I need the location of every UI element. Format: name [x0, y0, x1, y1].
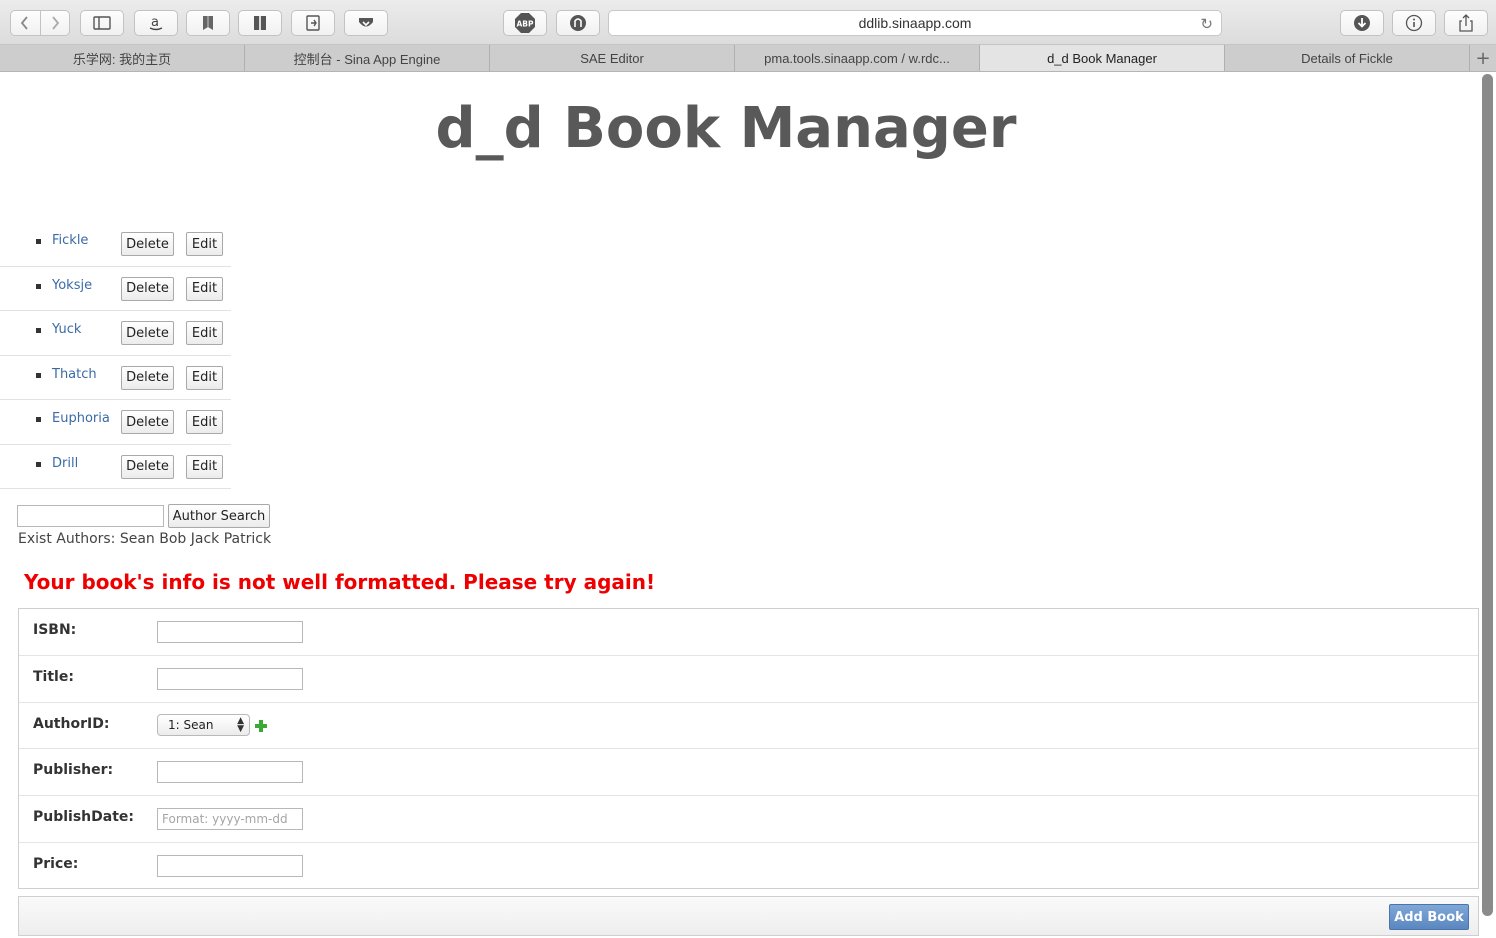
- adblock-icon[interactable]: ABP: [503, 10, 547, 36]
- select-arrows-icon: ▲ ▼: [237, 715, 244, 734]
- tab-label: Details of Fickle: [1301, 50, 1393, 66]
- list-item: Fickle Delete Edit: [0, 222, 231, 267]
- publisher-label: Publisher:: [33, 762, 114, 779]
- publish-date-input[interactable]: [157, 808, 303, 831]
- list-item: Drill Delete Edit: [0, 445, 231, 489]
- edit-button[interactable]: Edit: [186, 276, 223, 301]
- price-label: Price:: [33, 855, 79, 872]
- browser-toolbar: a ABP ddlib.sinaapp.com ↻: [0, 0, 1496, 45]
- publisher-input[interactable]: [157, 761, 303, 784]
- tab-label: pma.tools.sinaapp.com / w.rdc...: [764, 50, 950, 66]
- downloads-icon[interactable]: [1340, 10, 1384, 36]
- tab-label: 控制台 - Sina App Engine: [293, 51, 441, 67]
- list-item: Euphoria Delete Edit: [0, 400, 231, 445]
- tab-book-manager[interactable]: d_d Book Manager: [980, 45, 1225, 71]
- tab-bar: 乐学网: 我的主页 控制台 - Sina App Engine SAE Edit…: [0, 45, 1496, 72]
- tab-label: SAE Editor: [580, 50, 644, 66]
- author-search-input[interactable]: [17, 505, 164, 527]
- form-row-publish-date: PublishDate:: [19, 796, 1478, 843]
- price-input[interactable]: [157, 854, 303, 877]
- form-row-isbn: ISBN:: [19, 609, 1478, 656]
- svg-text:ABP: ABP: [516, 20, 534, 29]
- book-link[interactable]: Euphoria: [52, 411, 110, 426]
- tab-lexue[interactable]: 乐学网: 我的主页: [0, 45, 245, 71]
- isbn-input[interactable]: [157, 621, 303, 643]
- edit-button[interactable]: Edit: [186, 232, 223, 256]
- book-link[interactable]: Fickle: [52, 233, 88, 248]
- tab-label: 乐学网: 我的主页: [72, 51, 172, 67]
- list-item: Yoksje Delete Edit: [0, 267, 231, 311]
- share-extension-icon[interactable]: [291, 10, 335, 36]
- delete-button[interactable]: Delete: [121, 232, 174, 256]
- isbn-label: ISBN:: [33, 622, 77, 638]
- tab-sae-console[interactable]: 控制台 - Sina App Engine: [245, 45, 490, 71]
- exist-authors-text: Exist Authors: Sean Bob Jack Patrick: [18, 531, 272, 547]
- share-icon[interactable]: [1444, 10, 1488, 36]
- edit-button[interactable]: Edit: [186, 321, 223, 345]
- submit-row: Add Book: [18, 896, 1479, 936]
- book-link[interactable]: Yoksje: [52, 278, 92, 293]
- title-input[interactable]: [157, 667, 303, 690]
- url-text: ddlib.sinaapp.com: [858, 15, 972, 31]
- bullet-icon: [36, 372, 41, 378]
- delete-button[interactable]: Delete: [121, 365, 174, 390]
- form-row-price: Price:: [19, 843, 1478, 890]
- bookmark-icon[interactable]: [186, 10, 230, 36]
- edit-button[interactable]: Edit: [186, 454, 223, 479]
- author-search-button[interactable]: Author Search: [168, 504, 270, 528]
- book-link[interactable]: Yuck: [52, 322, 81, 337]
- ghostery-icon[interactable]: [556, 10, 600, 36]
- book-link[interactable]: Thatch: [52, 367, 97, 382]
- delete-button[interactable]: Delete: [121, 321, 174, 345]
- form-row-title: Title:: [19, 656, 1478, 703]
- bullet-icon: [36, 461, 41, 467]
- author-id-select[interactable]: 1: Sean ▲ ▼: [157, 713, 250, 736]
- tab-pma-tools[interactable]: pma.tools.sinaapp.com / w.rdc...: [735, 45, 980, 71]
- delete-button[interactable]: Delete: [121, 410, 174, 434]
- reload-icon[interactable]: ↻: [1200, 15, 1213, 33]
- list-item: Yuck Delete Edit: [0, 311, 231, 356]
- bullet-icon: [36, 328, 41, 333]
- author-selected-value: 1: Sean: [168, 717, 214, 732]
- bullet-icon: [36, 417, 41, 422]
- info-icon[interactable]: [1392, 10, 1436, 36]
- add-book-button[interactable]: Add Book: [1389, 904, 1469, 930]
- error-message: Your book's info is not well formatted. …: [24, 570, 656, 594]
- tab-details-fickle[interactable]: Details of Fickle: [1225, 45, 1470, 71]
- book-list: Fickle Delete Edit Yoksje Delete Edit Yu…: [0, 222, 231, 489]
- form-row-author: AuthorID: 1: Sean ▲ ▼: [19, 703, 1478, 750]
- nav-buttons: [10, 10, 70, 36]
- tab-label: d_d Book Manager: [1047, 50, 1157, 66]
- pocket-icon[interactable]: [344, 10, 388, 36]
- sidebar-icon[interactable]: [80, 10, 124, 36]
- add-book-form: ISBN: Title: AuthorID: 1: Sean ▲ ▼ Publis…: [18, 608, 1479, 889]
- tab-sae-editor[interactable]: SAE Editor: [490, 45, 735, 71]
- back-icon[interactable]: [11, 11, 40, 35]
- list-item: Thatch Delete Edit: [0, 356, 231, 400]
- form-row-publisher: Publisher:: [19, 749, 1478, 797]
- delete-button[interactable]: Delete: [121, 454, 174, 479]
- amazon-icon[interactable]: a: [134, 10, 178, 36]
- add-author-icon[interactable]: [255, 717, 267, 736]
- author-id-label: AuthorID:: [33, 715, 110, 732]
- bullet-icon: [36, 239, 41, 244]
- url-bar[interactable]: ddlib.sinaapp.com ↻: [608, 10, 1222, 36]
- bullet-icon: [36, 283, 41, 289]
- reader-icon[interactable]: [238, 10, 282, 36]
- svg-text:a: a: [151, 15, 159, 30]
- delete-button[interactable]: Delete: [121, 276, 174, 301]
- book-link[interactable]: Drill: [52, 456, 78, 471]
- page-title: d_d Book Manager: [435, 96, 1017, 161]
- publish-date-label: PublishDate:: [33, 809, 135, 826]
- edit-button[interactable]: Edit: [186, 365, 223, 390]
- forward-icon[interactable]: [39, 11, 70, 35]
- new-tab-button[interactable]: +: [1470, 45, 1496, 71]
- title-label: Title:: [33, 668, 74, 685]
- edit-button[interactable]: Edit: [186, 410, 223, 434]
- scrollbar[interactable]: [1482, 74, 1493, 916]
